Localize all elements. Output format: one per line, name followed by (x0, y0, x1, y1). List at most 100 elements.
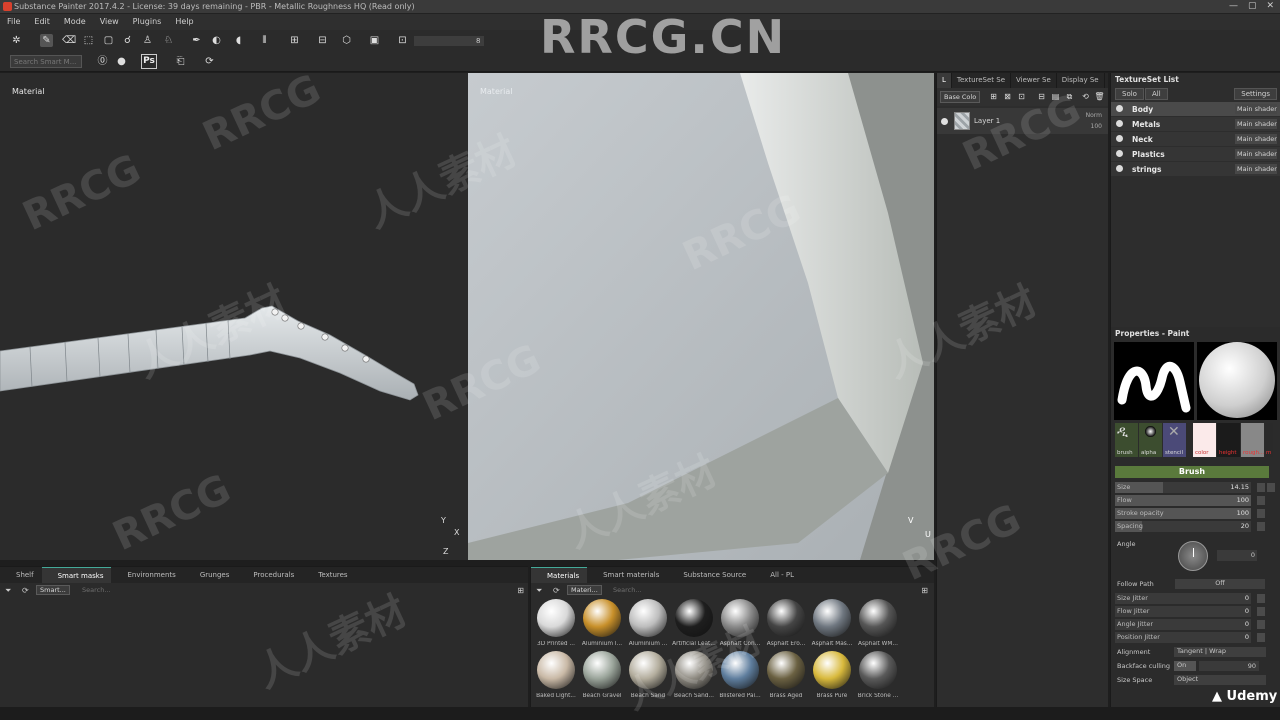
iray-icon[interactable]: ⊡ (396, 34, 409, 47)
angle-jitter-slider[interactable]: Angle Jitter 0 (1115, 619, 1275, 630)
material-thumbnail[interactable]: Beach Gravel (580, 651, 624, 699)
position-jitter-slider[interactable]: Position Jitter 0 (1115, 632, 1275, 643)
shader-select[interactable]: Main shader (1235, 149, 1277, 159)
all-button[interactable]: All (1145, 88, 1168, 100)
lazy-mouse-icon[interactable]: ◖ (232, 34, 245, 47)
toolbar-slider[interactable] (414, 36, 484, 46)
minimize-button[interactable]: — (1229, 1, 1238, 11)
refresh-icon[interactable]: ⟳ (203, 55, 216, 68)
substance-icon[interactable]: ✲ (10, 34, 23, 47)
height-thumb[interactable]: height (1217, 423, 1240, 457)
tab-smart-masks[interactable]: Smart masks (41, 567, 112, 583)
eraser-icon[interactable]: ⌫ (62, 34, 76, 47)
tab-textureset-settings[interactable]: TextureSet Se (952, 73, 1012, 88)
tab-display-settings[interactable]: Display Se (1057, 73, 1105, 88)
metallic-thumb[interactable]: m (1265, 423, 1273, 457)
smart-search-input[interactable]: Search Smart M... (10, 55, 82, 68)
filter-icon[interactable]: ⏷ (536, 586, 542, 596)
size-space-select[interactable]: Object (1174, 675, 1266, 685)
material-thumbnail[interactable]: 3D Printed ... (534, 599, 578, 647)
smudge-icon[interactable]: ☌ (121, 34, 134, 47)
flow-slider[interactable]: Flow 100 (1115, 495, 1275, 506)
cube-view-icon[interactable]: ⬡ (340, 34, 353, 47)
material-thumbnail[interactable]: Asphalt Mas... (810, 599, 854, 647)
symmetry-icon[interactable]: ◐ (210, 34, 223, 47)
tab-environments[interactable]: Environments (111, 567, 183, 583)
backface-culling-toggle[interactable]: On (1174, 661, 1196, 671)
tab-all-pl[interactable]: All - PL (754, 567, 802, 583)
pen-pressure-icon[interactable] (1257, 483, 1265, 492)
material-thumbnail[interactable]: Artificial Leat... (672, 599, 716, 647)
shader-select[interactable]: Main shader (1235, 164, 1277, 174)
tab-substance-source[interactable]: Substance Source (667, 567, 754, 583)
size-jitter-slider[interactable]: Size Jitter 0 (1115, 593, 1275, 604)
material-thumbnail[interactable]: Baked Light... (534, 651, 578, 699)
camera-grid-icon[interactable]: ⊞ (288, 34, 301, 47)
tab-shelf[interactable]: Shelf (0, 567, 42, 583)
brush-thumb[interactable]: ዲ brush (1115, 423, 1138, 457)
tab-procedurals[interactable]: Procedurals (237, 567, 302, 583)
material-thumbnail[interactable]: Aluminium ... (626, 599, 670, 647)
material-thumbnail[interactable]: Blistered Pai... (718, 651, 762, 699)
textureset-row-plastics[interactable]: Plastics Main shader (1111, 147, 1280, 161)
material-thumbnail[interactable]: Beach Sand (626, 651, 670, 699)
layer-row[interactable]: Layer 1 Norm 100 (937, 108, 1108, 134)
close-button[interactable]: ✕ (1266, 1, 1274, 11)
filter-chip[interactable]: Smart... (36, 585, 70, 595)
tab-layers[interactable]: L (937, 73, 952, 88)
link-icon[interactable] (1267, 483, 1275, 492)
pen-pressure-icon[interactable] (1257, 509, 1265, 518)
menu-mode[interactable]: Mode (57, 14, 93, 30)
pen-icon[interactable]: ✒ (190, 34, 203, 47)
textureset-row-body[interactable]: Body Main shader (1111, 102, 1280, 116)
viewport-3d[interactable]: Material Y X Z (0, 73, 468, 560)
shader-select[interactable]: Main shader (1235, 134, 1277, 144)
material-thumbnail[interactable]: Asphalt WM... (856, 599, 900, 647)
menu-file[interactable]: File (0, 14, 27, 30)
follow-path-toggle[interactable]: Off (1175, 579, 1265, 589)
stroke-opacity-slider[interactable]: Stroke opacity 100 (1115, 508, 1275, 519)
pen-pressure-icon[interactable] (1257, 633, 1265, 642)
paint-brush-icon[interactable]: ✎ (40, 34, 53, 47)
view-layout-icon[interactable]: ⊟ (316, 34, 329, 47)
layer-name[interactable]: Layer 1 (974, 117, 1000, 125)
menu-view[interactable]: View (93, 14, 126, 30)
menu-edit[interactable]: Edit (27, 14, 57, 30)
material-thumbnail[interactable]: Asphalt Ero... (764, 599, 808, 647)
export-icon[interactable]: ⎗ (174, 55, 187, 68)
tab-textures[interactable]: Textures (302, 567, 355, 583)
eye-icon[interactable] (1116, 135, 1123, 142)
roughness-thumb[interactable]: rough... (1241, 423, 1264, 457)
stencil-thumb[interactable]: ✕ stencil (1163, 423, 1186, 457)
eye-icon[interactable] (1116, 120, 1123, 127)
shelf-search-input[interactable]: Search... (82, 586, 111, 594)
channel-select[interactable]: Base Colo (940, 91, 981, 103)
menu-help[interactable]: Help (168, 14, 200, 30)
shader-select[interactable]: Main shader (1235, 119, 1277, 129)
layer-opacity[interactable]: 100 (1091, 123, 1102, 130)
layer-blend-mode[interactable]: Norm (1086, 112, 1102, 119)
color-thumb[interactable]: color (1193, 423, 1216, 457)
material-thumbnail[interactable]: Asphalt Con... (718, 599, 762, 647)
settings-button[interactable]: Settings (1234, 88, 1277, 100)
projection-icon[interactable]: ⬚ (82, 34, 95, 47)
solo-button[interactable]: Solo (1115, 88, 1144, 100)
material-thumbnail[interactable]: Brass Pure (810, 651, 854, 699)
maximize-button[interactable]: ▢ (1248, 1, 1257, 11)
materials-search-input[interactable]: Search... (613, 586, 642, 594)
polygon-fill-icon[interactable]: ▢ (102, 34, 115, 47)
tab-grunges[interactable]: Grunges (184, 567, 238, 583)
add-layer-icon[interactable]: ⊞ (987, 90, 1000, 103)
eye-icon[interactable] (1116, 150, 1123, 157)
screenshot-icon[interactable]: ▣ (368, 34, 381, 47)
refresh-icon[interactable]: ⟳ (22, 586, 29, 595)
pen-pressure-icon[interactable] (1257, 594, 1265, 603)
eye-icon[interactable] (1116, 165, 1123, 172)
tab-smart-materials[interactable]: Smart materials (587, 567, 667, 583)
material-ball-icon[interactable]: ● (115, 55, 128, 68)
pen-pressure-icon[interactable] (1257, 620, 1265, 629)
textureset-row-neck[interactable]: Neck Main shader (1111, 132, 1280, 146)
add-mask-icon[interactable]: ⊡ (1015, 90, 1028, 103)
add-folder-icon[interactable]: ▤ (1049, 90, 1062, 103)
add-fill-layer-icon[interactable]: ⊠ (1001, 90, 1014, 103)
